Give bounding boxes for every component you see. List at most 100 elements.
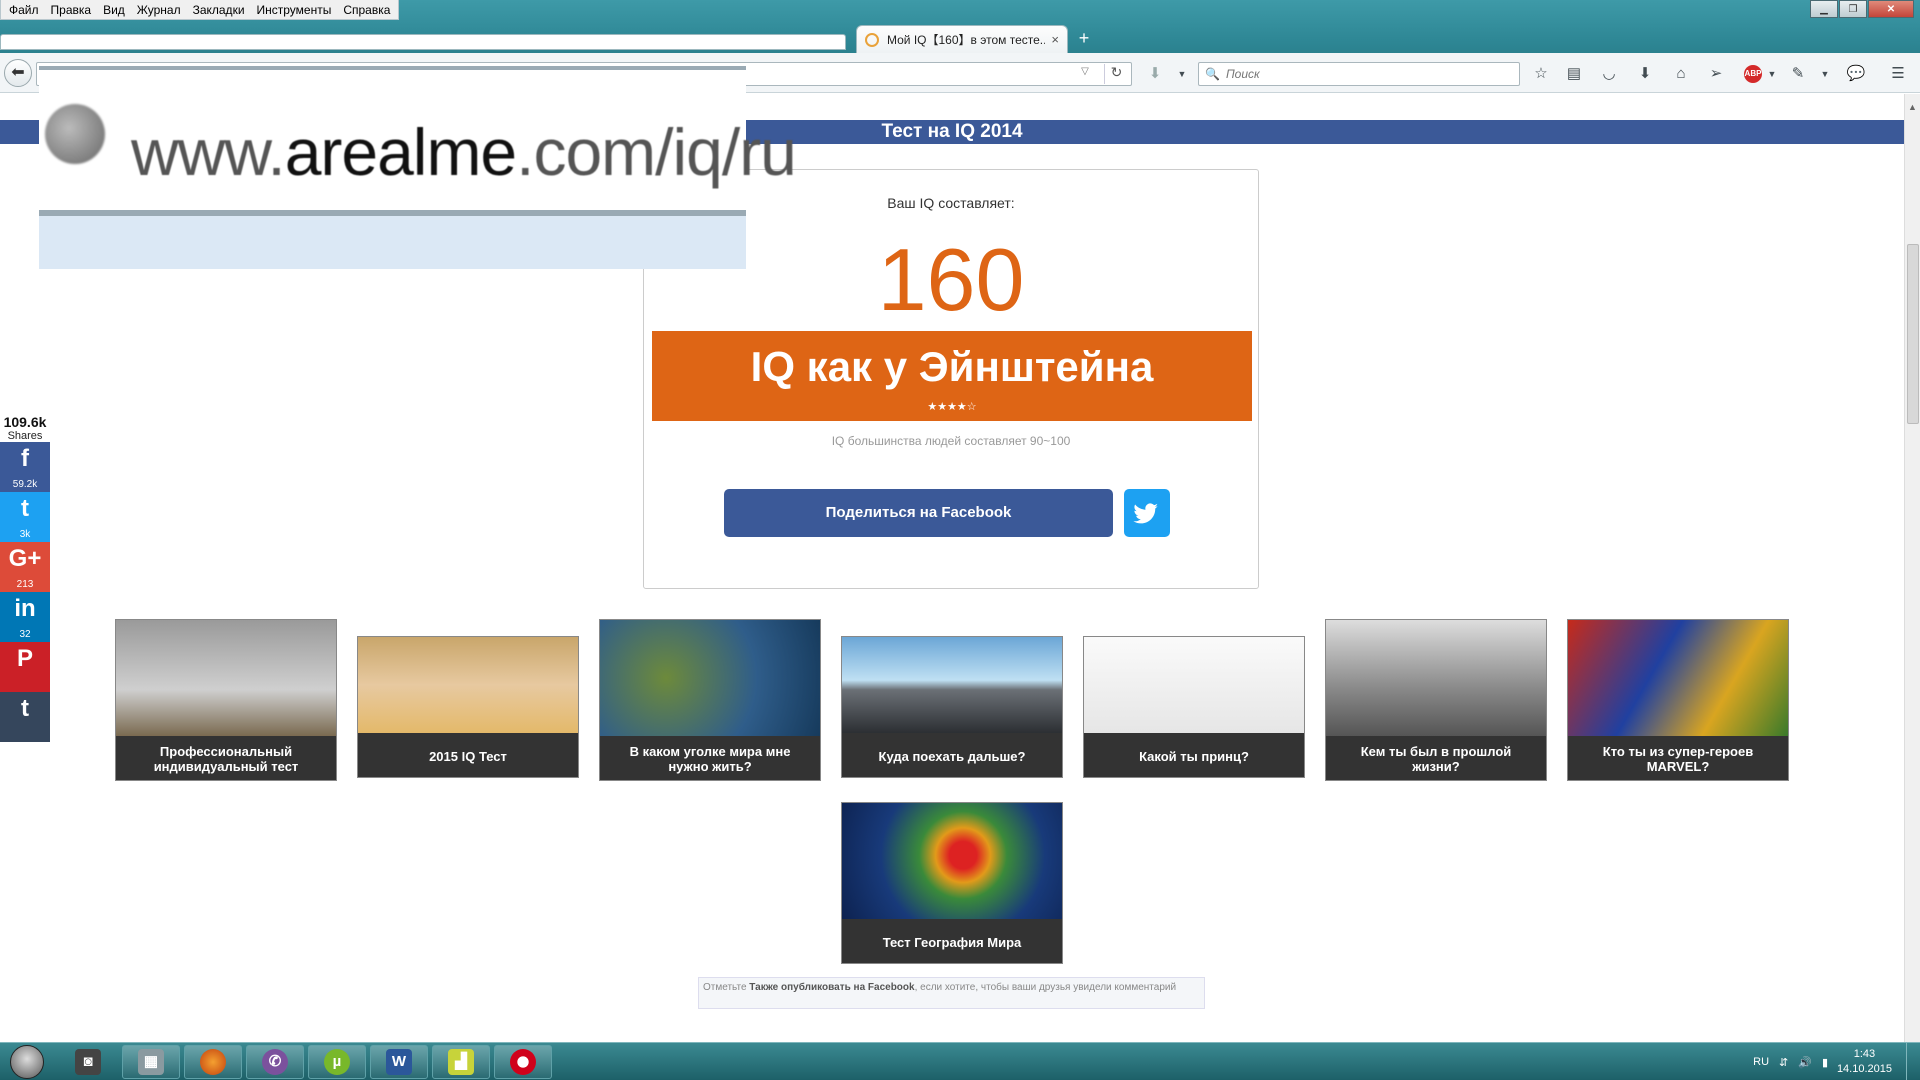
share-linkedin-button[interactable]: in 32 (0, 592, 50, 642)
search-bar[interactable]: 🔍 (1198, 62, 1520, 86)
downloads-icon[interactable]: ⬇ (1635, 64, 1655, 84)
share-count: 59.2k (12, 479, 38, 490)
tile-caption: 2015 IQ Тест (429, 748, 507, 764)
tile-image (1568, 620, 1788, 736)
menu-edit[interactable]: Правка (45, 3, 98, 17)
share-tumblr-button[interactable]: t (0, 692, 50, 742)
share-pinterest-button[interactable]: P (0, 642, 50, 692)
menu-help[interactable]: Справка (337, 3, 396, 17)
share-facebook-button[interactable]: f 59.2k (0, 442, 50, 492)
camera-icon: ◙ (75, 1049, 101, 1075)
taskbar-utorrent[interactable]: µ (308, 1045, 366, 1079)
firefox-icon (200, 1049, 226, 1075)
tile-caption: Кем ты был в прошлой жизни? (1360, 744, 1512, 774)
share-google-plus-button[interactable]: G+ 213 (0, 542, 50, 592)
calculator-icon: ▦ (138, 1049, 164, 1075)
share-twitter-button[interactable]: t 3k (0, 492, 50, 542)
taskbar-calculator[interactable]: ▦ (122, 1045, 180, 1079)
windows-taskbar: ◙ ▦ ✆ µ W ▟ RU ⇵ 🔊 ▮ 1:43 14.10.2015 (0, 1042, 1920, 1080)
twitter-share-button[interactable] (1124, 489, 1170, 537)
linkedin-icon: in (14, 595, 36, 622)
globe-icon (45, 104, 105, 164)
pocket-icon[interactable]: ◡ (1599, 64, 1619, 84)
send-icon[interactable]: ➢ (1706, 64, 1726, 84)
tab-iq-result[interactable]: Мой IQ【160】в этом тесте... × (856, 25, 1068, 53)
pinterest-icon: P (16, 645, 33, 672)
tile-image (600, 620, 820, 736)
taskbar-viber[interactable]: ✆ (246, 1045, 304, 1079)
fbnote-post: , если хотите, чтобы ваши друзья увидели… (914, 982, 1177, 993)
search-input[interactable] (1225, 67, 1506, 81)
back-button[interactable]: ⬅ (4, 59, 32, 87)
download-dropdown-icon[interactable]: ▼ (1172, 64, 1192, 84)
taskbar-opera[interactable] (494, 1045, 552, 1079)
menu-bookmarks[interactable]: Закладки (187, 3, 251, 17)
tile-image (116, 620, 336, 736)
menu-file[interactable]: Файл (3, 3, 45, 17)
clock-time: 1:43 (1853, 1048, 1876, 1060)
quiz-tile-iq-test-2015[interactable]: 2015 IQ Тест (357, 636, 579, 778)
quiz-tile-where-to-go[interactable]: Куда поехать дальше? (841, 636, 1063, 778)
minimize-button[interactable]: ▁ (1810, 0, 1838, 18)
fbnote-bold[interactable]: Также опубликовать на Facebook (749, 982, 914, 993)
close-window-button[interactable]: ✕ (1868, 0, 1914, 18)
overlay-lower-band (39, 216, 746, 269)
result-title: IQ как у Эйнштейна (750, 343, 1154, 390)
quiz-tile-past-life[interactable]: Кем ты был в прошлой жизни? (1325, 619, 1547, 781)
tile-caption: В каком уголке мира мне нужно жить? (629, 744, 791, 774)
browser-titlebar: Файл Правка Вид Журнал Закладки Инструме… (0, 0, 1920, 58)
facebook-share-button[interactable]: Поделиться на Facebook (724, 489, 1113, 537)
scrollbar-thumb[interactable] (1907, 244, 1919, 424)
bookmarks-list-icon[interactable]: ▤ (1564, 64, 1584, 84)
menu-tools[interactable]: Инструменты (251, 3, 338, 17)
language-indicator[interactable]: RU (1753, 1056, 1769, 1068)
taskbar-word[interactable]: W (370, 1045, 428, 1079)
quiz-tile-professional-test[interactable]: Профессиональный индивидуальный тест (115, 619, 337, 781)
quiz-tile-world-corner[interactable]: В каком уголке мира мне нужно жить? (599, 619, 821, 781)
tab-favicon-icon (865, 32, 879, 47)
quiz-tile-world-geography[interactable]: Тест География Мира (841, 802, 1063, 964)
restore-button[interactable]: ❐ (1839, 0, 1867, 18)
taskbar-firefox[interactable] (184, 1045, 242, 1079)
tab-title: Мой IQ【160】в этом тесте... (887, 33, 1046, 47)
home-icon[interactable]: ⌂ (1671, 64, 1691, 84)
facebook-icon: f (21, 445, 29, 472)
taskbar-camera[interactable]: ◙ (60, 1045, 116, 1079)
zoomed-url-text: www.arealme.com/iq/ru (131, 114, 797, 190)
bookmark-star-icon[interactable]: ☆ (1531, 64, 1551, 84)
reload-icon[interactable]: ↻ (1104, 64, 1128, 84)
quiz-tile-marvel-hero[interactable]: Кто ты из супер-героев MARVEL? (1567, 619, 1789, 781)
network-icon[interactable]: ▮ (1822, 1056, 1828, 1069)
share-count: 213 (16, 579, 34, 590)
new-tab-button[interactable]: + (1074, 28, 1094, 48)
show-desktop-button[interactable] (1906, 1043, 1920, 1080)
menu-hamburger-icon[interactable]: ☰ (1888, 64, 1908, 84)
start-button[interactable] (10, 1045, 44, 1079)
extension-icon[interactable]: ✎ (1788, 64, 1808, 84)
tile-image (1084, 637, 1304, 733)
menu-view[interactable]: Вид (97, 3, 131, 17)
chat-icon[interactable]: 💬 (1846, 64, 1866, 84)
share-count: 32 (19, 629, 31, 640)
scroll-up-icon[interactable]: ▲ (1908, 102, 1917, 112)
menu-history[interactable]: Журнал (131, 3, 187, 17)
clock[interactable]: 1:43 14.10.2015 (1837, 1047, 1892, 1077)
tile-image (842, 803, 1062, 919)
download-arrow-icon[interactable]: ⬇ (1145, 64, 1165, 84)
rating-stars: ★★★★☆ (927, 401, 977, 413)
zoomed-url-overlay: www.arealme.com/iq/ru (39, 66, 797, 269)
tray-arrows-icon[interactable]: ⇵ (1779, 1056, 1788, 1069)
quiz-tile-which-prince[interactable]: Какой ты принц? (1083, 636, 1305, 778)
vertical-scrollbar[interactable]: ▲ (1904, 94, 1920, 1042)
adblock-icon[interactable]: ABP (1744, 65, 1762, 83)
tab-close-icon[interactable]: × (1051, 32, 1059, 47)
adblock-dropdown-icon[interactable]: ▼ (1762, 64, 1782, 84)
volume-icon[interactable]: 🔊 (1798, 1056, 1812, 1069)
tab-background[interactable] (0, 34, 846, 50)
average-note: IQ большинства людей составляет 90~100 (831, 434, 1071, 448)
search-icon: 🔍 (1205, 67, 1220, 81)
url-history-dropdown-icon[interactable]: ▽ (1078, 66, 1092, 82)
extension-dropdown-icon[interactable]: ▼ (1815, 64, 1835, 84)
tile-image (842, 637, 1062, 733)
taskbar-chart-app[interactable]: ▟ (432, 1045, 490, 1079)
